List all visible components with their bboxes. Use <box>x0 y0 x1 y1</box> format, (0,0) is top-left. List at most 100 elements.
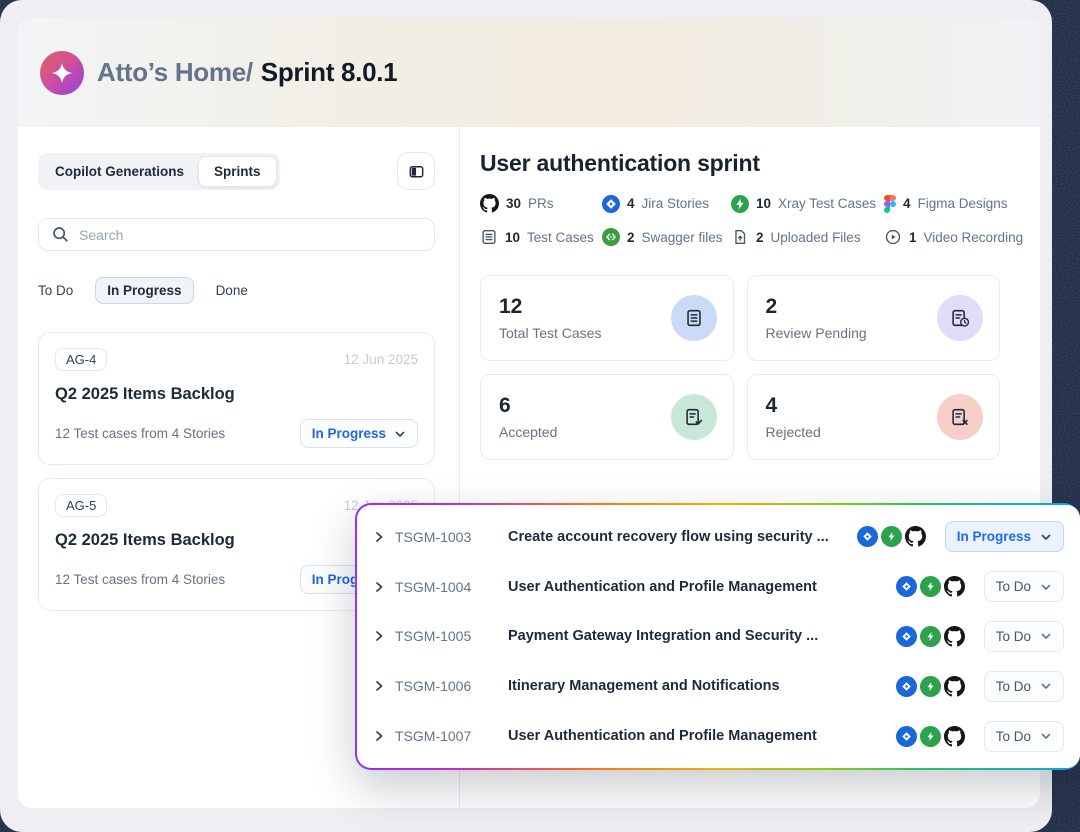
sidebar-tab-group: Copilot Generations Sprints <box>38 153 280 190</box>
test-case-title: Create account recovery flow using secur… <box>508 529 857 545</box>
jira-icon <box>896 626 917 647</box>
github-icon <box>944 576 965 597</box>
collapse-panel-button[interactable] <box>397 152 435 190</box>
source-icons <box>896 626 965 647</box>
search-icon <box>51 225 70 244</box>
sprint-title: User authentication sprint <box>480 150 1040 177</box>
row-status-dropdown[interactable]: To Do <box>984 671 1064 702</box>
chevron-right-icon[interactable] <box>372 629 386 643</box>
xray-icon <box>920 726 941 747</box>
source-icons <box>857 526 926 547</box>
jira-icon <box>896 726 917 747</box>
xray-icon <box>881 526 902 547</box>
chevron-right-icon[interactable] <box>372 580 386 594</box>
figma-icon <box>884 195 896 213</box>
atto-logo <box>40 51 84 95</box>
xray-icon <box>920 676 941 697</box>
xray-icon <box>731 195 749 213</box>
breadcrumb[interactable]: Atto’s Home/ <box>97 57 253 88</box>
card-status-label: In Progress <box>312 426 386 441</box>
search-input[interactable] <box>79 227 422 243</box>
row-status-dropdown[interactable]: In Progress <box>945 521 1064 552</box>
stat-uploaded-files: 2 Uploaded Files <box>731 228 884 246</box>
github-icon <box>480 194 499 213</box>
search-box[interactable] <box>38 218 435 251</box>
github-icon <box>944 626 965 647</box>
sprint-card-ag4[interactable]: AG-4 12 Jun 2025 Q2 2025 Items Backlog 1… <box>38 332 435 465</box>
chevron-down-icon <box>394 428 406 440</box>
summary-cards: 12 Total Test Cases 2 Review Pending <box>480 275 1000 460</box>
chevron-right-icon[interactable] <box>372 679 386 693</box>
summary-card-review-pending: 2 Review Pending <box>747 275 1001 361</box>
row-status-dropdown[interactable]: To Do <box>984 621 1064 652</box>
app-header: Atto’s Home/ Sprint 8.0.1 <box>18 18 1040 127</box>
summary-card-rejected: 4 Rejected <box>747 374 1001 460</box>
github-icon <box>944 676 965 697</box>
xray-icon <box>920 626 941 647</box>
test-case-row[interactable]: TSGM-1003 Create account recovery flow u… <box>370 515 1068 559</box>
test-case-row[interactable]: TSGM-1007 User Authentication and Profil… <box>370 714 1068 758</box>
card-subtitle: 12 Test cases from 4 Stories <box>55 426 225 441</box>
test-case-title: Payment Gateway Integration and Security… <box>508 628 896 644</box>
file-upload-icon <box>731 228 749 246</box>
card-date: 12 Jun 2025 <box>344 352 418 367</box>
video-icon <box>884 228 902 246</box>
jira-icon <box>857 526 878 547</box>
test-case-title: Itinerary Management and Notifications <box>508 678 896 694</box>
source-icons <box>896 576 965 597</box>
test-case-id: TSGM-1006 <box>395 678 485 694</box>
tab-sprints[interactable]: Sprints <box>198 156 277 187</box>
test-case-id: TSGM-1007 <box>395 728 485 744</box>
filter-in-progress[interactable]: In Progress <box>95 277 193 304</box>
swagger-icon <box>602 228 620 246</box>
sidebar-panel-icon <box>407 162 426 181</box>
document-check-icon <box>671 394 717 440</box>
stat-figma-designs: 4 Figma Designs <box>884 194 1023 213</box>
github-icon <box>944 726 965 747</box>
summary-card-accepted: 6 Accepted <box>480 374 734 460</box>
stat-xray-test-cases: 10 Xray Test Cases <box>731 194 884 213</box>
jira-icon <box>602 195 620 213</box>
status-filters: To Do In Progress Done <box>38 277 435 304</box>
xray-icon <box>920 576 941 597</box>
row-status-label: To Do <box>996 679 1031 694</box>
document-clock-icon <box>937 295 983 341</box>
chevron-down-icon <box>1040 730 1052 742</box>
filter-done[interactable]: Done <box>216 283 248 298</box>
row-status-label: In Progress <box>957 529 1031 544</box>
stat-video-recording: 1 Video Recording <box>884 228 1023 246</box>
summary-card-total: 12 Total Test Cases <box>480 275 734 361</box>
page-title: Sprint 8.0.1 <box>261 57 398 88</box>
stat-jira-stories: 4 Jira Stories <box>602 194 731 213</box>
test-case-title: User Authentication and Profile Manageme… <box>508 728 896 744</box>
source-icons <box>896 726 965 747</box>
chevron-right-icon[interactable] <box>372 530 386 544</box>
stat-prs: 30 PRs <box>480 194 602 213</box>
tab-copilot-generations[interactable]: Copilot Generations <box>41 156 198 187</box>
row-status-dropdown[interactable]: To Do <box>984 571 1064 602</box>
row-status-label: To Do <box>996 729 1031 744</box>
row-status-label: To Do <box>996 579 1031 594</box>
row-status-dropdown[interactable]: To Do <box>984 721 1064 752</box>
test-case-row[interactable]: TSGM-1006 Itinerary Management and Notif… <box>370 664 1068 708</box>
chevron-down-icon <box>1040 531 1052 543</box>
stat-test-cases: 10 Test Cases <box>480 228 602 246</box>
sprint-stats: 30 PRs 4 Jira Stories 10 <box>480 194 1000 246</box>
filter-todo[interactable]: To Do <box>38 283 73 298</box>
card-id-badge: AG-5 <box>55 494 107 517</box>
test-case-row[interactable]: TSGM-1004 User Authentication and Profil… <box>370 565 1068 609</box>
card-status-dropdown[interactable]: In Progress <box>300 419 418 448</box>
chevron-right-icon[interactable] <box>372 729 386 743</box>
card-title: Q2 2025 Items Backlog <box>55 385 418 404</box>
card-subtitle: 12 Test cases from 4 Stories <box>55 572 225 587</box>
chevron-down-icon <box>1040 581 1052 593</box>
document-x-icon <box>937 394 983 440</box>
chevron-down-icon <box>1040 630 1052 642</box>
test-case-title: User Authentication and Profile Manageme… <box>508 579 896 595</box>
card-id-badge: AG-4 <box>55 348 107 371</box>
header-title-group: Atto’s Home/ Sprint 8.0.1 <box>97 57 397 88</box>
stat-swagger-files: 2 Swagger files <box>602 228 731 246</box>
document-lines-icon <box>671 295 717 341</box>
jira-icon <box>896 576 917 597</box>
test-case-row[interactable]: TSGM-1005 Payment Gateway Integration an… <box>370 614 1068 658</box>
